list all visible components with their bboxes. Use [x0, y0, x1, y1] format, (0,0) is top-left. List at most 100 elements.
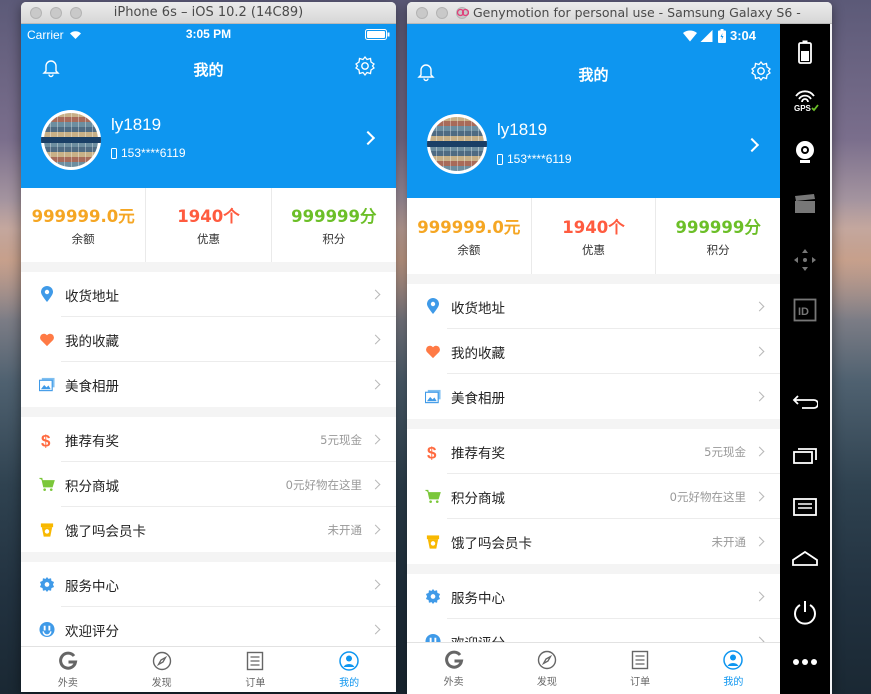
ios-simulator-window: iPhone 6s – iOS 10.2 (14C89) Carrier 3:0…: [21, 2, 396, 692]
order-list-icon: [630, 650, 650, 670]
profile-header: Carrier 3:05 PM 我的 ly1819 153****6119: [21, 24, 396, 188]
ios-title-bar[interactable]: iPhone 6s – iOS 10.2 (14C89): [21, 2, 396, 24]
stat-2[interactable]: 999999分 积分: [272, 188, 396, 262]
location-pin-icon: [425, 298, 441, 315]
stat-label: 余额: [71, 232, 95, 246]
tab-label: 我的: [723, 676, 744, 688]
tab-3[interactable]: 我的: [302, 647, 396, 692]
cart-icon: [425, 489, 441, 505]
media-button[interactable]: [780, 194, 830, 214]
heart-icon: [39, 332, 55, 348]
stat-0[interactable]: 999999.0元 余额: [407, 198, 532, 274]
account-stats: 999999.0元 余额 1940个 优惠 999999分 积分: [407, 198, 780, 274]
signal-icon: [700, 30, 713, 42]
menu-row-photo-album[interactable]: 美食相册: [21, 362, 396, 407]
chevron-right-icon: [370, 289, 381, 300]
chevron-right-icon: [754, 591, 765, 602]
tab-2[interactable]: 订单: [209, 647, 303, 692]
minimize-window-button[interactable]: [436, 6, 448, 19]
menu-row-label: 推荐有奖: [65, 433, 119, 450]
stat-value: 999999分: [675, 218, 761, 237]
menu-row-vip-card[interactable]: 饿了吗会员卡 未开通: [407, 519, 780, 564]
genymotion-toolbar: GPS ID: [780, 24, 830, 694]
settings-gear-icon[interactable]: [750, 60, 772, 82]
menu-row-cart[interactable]: 积分商城 0元好物在这里: [407, 474, 780, 519]
tab-1[interactable]: 发现: [500, 643, 593, 694]
location-pin-icon: [39, 286, 55, 303]
dpad-icon: [794, 249, 816, 271]
tab-label: 外卖: [443, 676, 464, 688]
stat-1[interactable]: 1940个 优惠: [532, 198, 657, 274]
recent-apps-button[interactable]: [780, 446, 830, 464]
menu-row-detail: 未开通: [711, 534, 747, 549]
chevron-right-icon: [370, 479, 381, 490]
menu-row-detail: 0元好物在这里: [669, 489, 746, 504]
gps-button[interactable]: GPS: [780, 90, 830, 112]
phone-number: 153****6119: [111, 146, 186, 160]
menu-row-cart[interactable]: 积分商城 0元好物在这里: [21, 462, 396, 507]
more-icon: [793, 659, 817, 665]
menu-row-heart[interactable]: 我的收藏: [21, 317, 396, 362]
tab-1[interactable]: 发现: [115, 647, 209, 692]
battery-icon: [798, 40, 812, 64]
page-title: 我的: [193, 61, 224, 79]
tab-0[interactable]: 外卖: [21, 647, 115, 692]
more-button[interactable]: [780, 658, 830, 666]
profile-row[interactable]: ly1819 153****6119: [21, 108, 396, 172]
menu-row-detail: 5元现金: [704, 444, 746, 459]
dpad-button[interactable]: [780, 248, 830, 272]
stat-2[interactable]: 999999分积分: [656, 198, 780, 274]
profile-row[interactable]: ly1819 153****6119: [407, 112, 780, 176]
menu-group-1: 收货地址我的收藏 美食相册: [21, 272, 396, 407]
stat-value: 1940个: [177, 207, 240, 226]
power-icon: [794, 601, 816, 625]
close-window-button[interactable]: [416, 6, 428, 19]
menu-row-vip-card[interactable]: 饿了吗会员卡 未开通: [21, 507, 396, 552]
menu-row-service-gear[interactable]: 服务中心: [407, 574, 780, 619]
menu-row-location-pin[interactable]: 收货地址: [21, 272, 396, 317]
chevron-right-icon: [754, 301, 765, 312]
tab-0[interactable]: 外卖: [407, 643, 500, 694]
stat-0[interactable]: 999999.0元 余额: [21, 188, 147, 262]
genymotion-title-bar[interactable]: Genymotion for personal use - Samsung Ga…: [407, 2, 832, 24]
menu-row-service-gear[interactable]: 服务中心: [21, 562, 396, 607]
rating-icon: [39, 621, 55, 638]
bell-icon[interactable]: [415, 60, 437, 82]
home-button[interactable]: [780, 550, 830, 566]
menu-row-dollar[interactable]: $ 推荐有奖 5元现金: [407, 429, 780, 474]
menu-row-label: 收货地址: [65, 288, 119, 305]
menu-row-detail: 5元现金: [320, 432, 362, 447]
service-gear-icon: [425, 588, 441, 605]
battery-button[interactable]: [780, 40, 830, 64]
stat-1[interactable]: 1940个 优惠: [146, 188, 272, 262]
phone-icon: [497, 153, 503, 165]
dollar-icon: $: [425, 443, 441, 461]
menu-button[interactable]: [780, 498, 830, 516]
menu-row-label: 收货地址: [451, 300, 505, 317]
compass-icon: [152, 651, 172, 671]
stat-label: 积分: [706, 243, 730, 257]
bell-icon[interactable]: [40, 56, 62, 78]
tab-3[interactable]: 我的: [687, 643, 780, 694]
back-icon: [792, 395, 818, 409]
android-clock: 3:04: [730, 28, 757, 43]
compass-icon: [537, 650, 557, 670]
chevron-right-icon: [754, 536, 765, 547]
id-icon: ID: [793, 298, 817, 322]
menu-row-dollar[interactable]: $ 推荐有奖 5元现金: [21, 417, 396, 462]
menu-row-photo-album[interactable]: 美食相册: [407, 374, 780, 419]
menu-row-label: 饿了吗会员卡: [451, 535, 532, 552]
bottom-tab-bar: 外卖 发现 订单 我的: [21, 646, 396, 692]
avatar[interactable]: [41, 110, 101, 170]
avatar[interactable]: [427, 114, 487, 174]
power-button[interactable]: [780, 600, 830, 626]
back-button[interactable]: [780, 394, 830, 410]
menu-row-heart[interactable]: 我的收藏: [407, 329, 780, 374]
menu-row-label: 欢迎评分: [65, 623, 119, 640]
webcam-button[interactable]: [780, 140, 830, 164]
menu-row-location-pin[interactable]: 收货地址: [407, 284, 780, 329]
menu-group-2: $ 推荐有奖 5元现金 积分商城 0元好物在这里饿了吗会员卡 未开通: [407, 429, 780, 564]
device-id-button[interactable]: ID: [780, 298, 830, 322]
tab-2[interactable]: 订单: [594, 643, 687, 694]
settings-gear-icon[interactable]: [354, 55, 376, 77]
